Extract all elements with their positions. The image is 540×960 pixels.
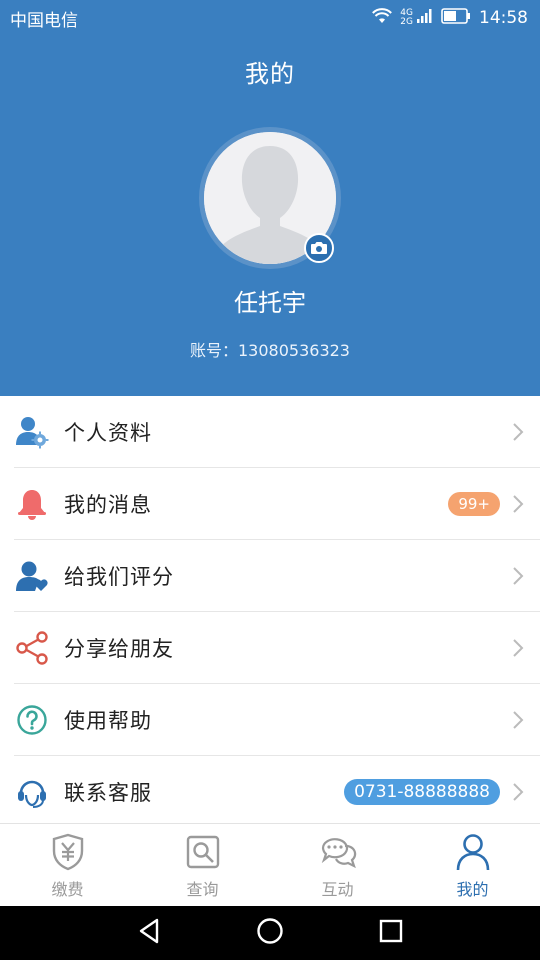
menu-label: 使用帮助 [64, 709, 152, 733]
tab-payment[interactable]: 缴费 [0, 824, 135, 906]
chevron-right-icon [506, 636, 530, 660]
tab-query[interactable]: 查询 [135, 824, 270, 906]
menu-item-profile[interactable]: 个人资料 [0, 396, 540, 468]
tab-label: 我的 [456, 880, 489, 899]
system-nav-bar [0, 906, 540, 960]
status-icons: 4G 2G 14:58 [372, 7, 528, 29]
menu-item-share[interactable]: 分享给朋友 [0, 612, 540, 684]
user-settings-icon [14, 414, 50, 450]
user-heart-icon [14, 558, 50, 594]
chevron-right-icon [506, 780, 530, 804]
chevron-right-icon [506, 564, 530, 588]
chevron-right-icon [506, 420, 530, 444]
chevron-right-icon [506, 492, 530, 516]
menu-label: 给我们评分 [64, 565, 174, 589]
camera-icon[interactable] [304, 233, 334, 263]
home-icon[interactable] [256, 917, 284, 949]
unread-badge: 99+ [448, 492, 500, 516]
chevron-right-icon [506, 708, 530, 732]
network-type: 4G 2G [400, 8, 413, 27]
page-title: 我的 [245, 60, 295, 88]
signal-icon [417, 8, 433, 28]
menu-label: 个人资料 [64, 421, 152, 445]
share-icon [14, 630, 50, 666]
hotline-badge[interactable]: 0731-88888888 [344, 779, 500, 805]
menu-item-messages[interactable]: 我的消息 99+ [0, 468, 540, 540]
payment-shield-icon [48, 832, 88, 872]
bell-icon [14, 486, 50, 522]
tab-label: 缴费 [51, 880, 84, 899]
wifi-icon [372, 7, 393, 29]
menu-label: 联系客服 [64, 781, 152, 805]
profile-header: 我的 任托宇 账号：13080536323 [0, 36, 540, 396]
tab-label: 查询 [186, 880, 219, 899]
clock: 14:58 [479, 8, 528, 28]
bottom-tab-bar: 缴费 查询 互动 我的 [0, 823, 540, 906]
carrier-label: 中国电信 [10, 10, 78, 31]
chat-icon [318, 832, 358, 872]
menu-item-help[interactable]: 使用帮助 [0, 684, 540, 756]
battery-icon [441, 7, 471, 29]
menu-item-contact[interactable]: 联系客服 0731-88888888 [0, 756, 540, 828]
search-icon [183, 832, 223, 872]
back-icon[interactable] [137, 918, 161, 948]
menu-list: 个人资料 我的消息 99+ 给我们评分 分享给朋友 使用帮助 联系客服 0731… [0, 396, 540, 828]
status-bar: 中国电信 4G 2G 14:58 [0, 0, 540, 36]
tab-interact[interactable]: 互动 [270, 824, 405, 906]
customer-service-icon [14, 774, 50, 810]
user-icon [453, 832, 493, 872]
menu-label: 分享给朋友 [64, 637, 174, 661]
user-name: 任托宇 [234, 289, 306, 317]
help-icon [14, 702, 50, 738]
recents-icon[interactable] [379, 919, 403, 947]
account-number: 账号：13080536323 [190, 341, 350, 360]
tab-mine[interactable]: 我的 [405, 824, 540, 906]
menu-label: 我的消息 [64, 493, 152, 517]
tab-label: 互动 [321, 880, 354, 899]
menu-item-rate[interactable]: 给我们评分 [0, 540, 540, 612]
